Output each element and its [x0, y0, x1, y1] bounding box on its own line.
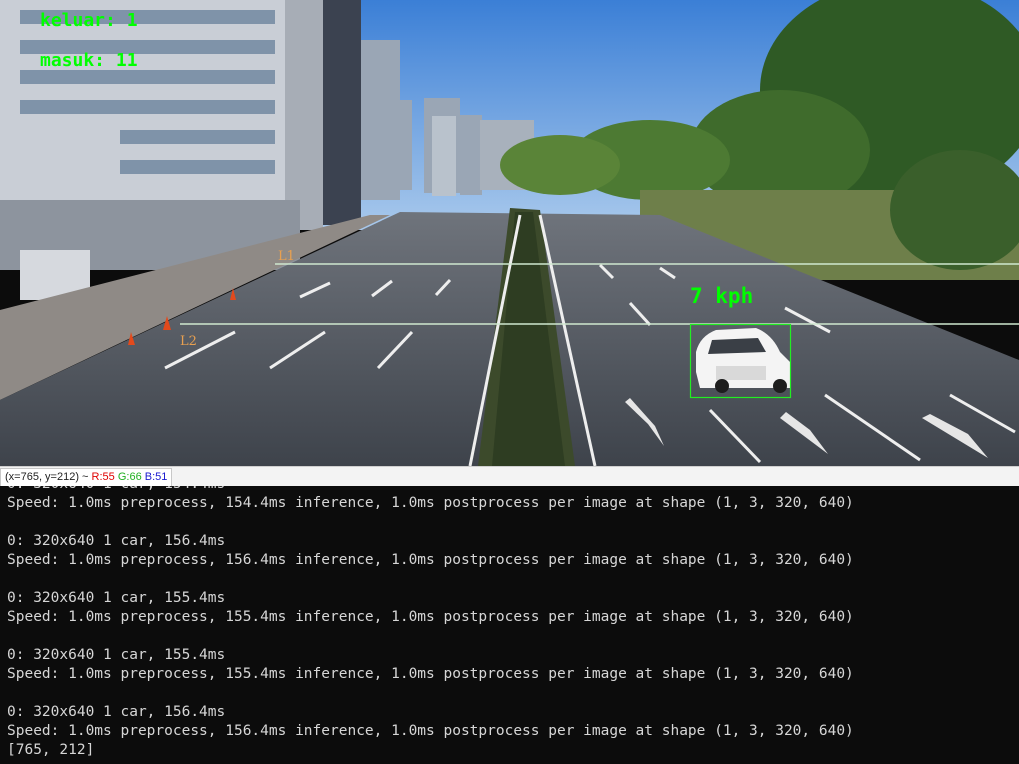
terminal-line: [765, 212] [7, 742, 95, 758]
speed-label: 7 kph [690, 284, 753, 308]
terminal-line: Speed: 1.0ms preprocess, 156.4ms inferen… [7, 723, 854, 739]
terminal-line: Speed: 1.0ms preprocess, 156.4ms inferen… [7, 552, 854, 568]
red-value: R:55 [91, 471, 115, 483]
left-buildings [0, 0, 361, 300]
terminal-line: 0: 320x640 1 car, 155.4ms [7, 590, 226, 606]
terminal-line: Speed: 1.0ms preprocess, 154.4ms inferen… [7, 495, 854, 511]
line1-label: L1 [278, 249, 295, 264]
line2-label: L2 [180, 334, 197, 349]
terminal-line: 0: 320x640 1 car, 156.4ms [7, 533, 226, 549]
terminal-line: 0: 320x640 1 car, 155.4ms [7, 647, 226, 663]
terminal-line: 0: 320x640 1 car, 156.4ms [7, 704, 226, 720]
video-frame[interactable]: keluar: 1 masuk: 11 7 kph L1 L2 [0, 0, 1019, 466]
terminal-line: Speed: 1.0ms preprocess, 155.4ms inferen… [7, 609, 854, 625]
terminal-line: Speed: 1.0ms preprocess, 155.4ms inferen… [7, 666, 854, 682]
keluar-counter: keluar: 1 [40, 10, 138, 31]
terminal-line: 0: 320x640 1 car, 154.4ms [7, 486, 1019, 494]
masuk-counter: masuk: 11 [40, 50, 138, 71]
image-window-statusbar: (x=765, y=212) ~ R:55 G:66 B:51 [0, 466, 1019, 487]
terminal-output[interactable]: 0: 320x640 1 car, 154.4msSpeed: 1.0ms pr… [0, 486, 1019, 764]
blue-value: B:51 [144, 471, 168, 483]
cursor-coords: (x=765, y=212) ~ [5, 471, 89, 483]
green-value: G:66 [117, 471, 142, 483]
traffic-scene: keluar: 1 masuk: 11 7 kph L1 L2 [0, 0, 1019, 466]
pixel-info: (x=765, y=212) ~ R:55 G:66 B:51 [0, 468, 173, 487]
terminal-text: 0: 320x640 1 car, 154.4msSpeed: 1.0ms pr… [0, 486, 1019, 760]
